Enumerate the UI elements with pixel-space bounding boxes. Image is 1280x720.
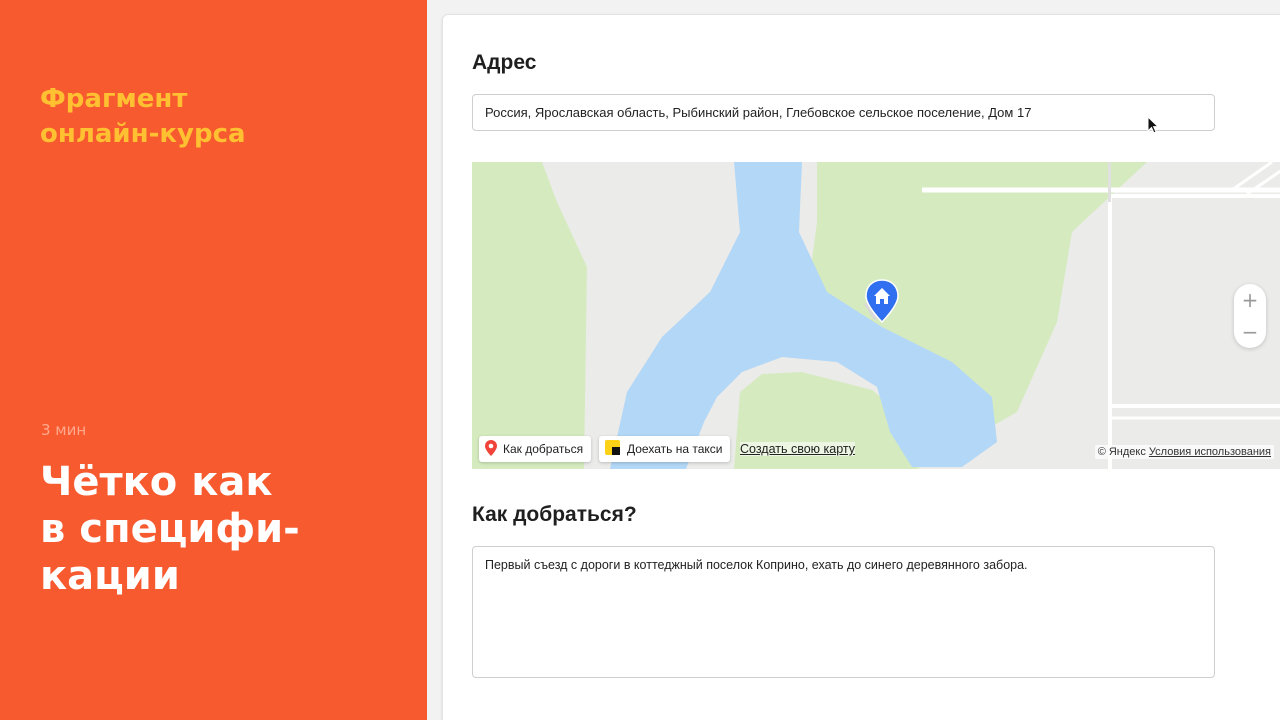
taxi-icon [605, 440, 620, 458]
copyright-text: © Яндекс [1097, 446, 1146, 458]
taxi-button[interactable]: Доехать на такси [599, 436, 731, 462]
home-pin-icon[interactable] [864, 278, 900, 333]
map-pin-icon [485, 439, 497, 459]
promo-title-line2: в специфи- [40, 506, 300, 552]
route-button-label: Как добраться [503, 442, 584, 456]
promo-title: Чётко как в специфи- кации [40, 459, 420, 600]
promo-title-line1: Чётко как [40, 459, 273, 505]
promo-title-line3: кации [40, 553, 180, 599]
mouse-cursor-icon [1147, 115, 1160, 139]
create-map-link[interactable]: Создать свою карту [740, 442, 856, 456]
map-attribution: © Яндекс Условия использования [1094, 445, 1274, 459]
terms-link[interactable]: Условия использования [1149, 446, 1271, 458]
taxi-button-label: Доехать на такси [627, 442, 723, 456]
route-button[interactable]: Как добраться [479, 436, 592, 462]
address-heading: Адрес [472, 51, 537, 74]
promo-fragment-label: Фрагмент онлайн-курса [40, 82, 400, 152]
promo-panel: Фрагмент онлайн-курса 3 мин Чётко как в … [0, 0, 427, 720]
zoom-in-button[interactable]: + [1234, 284, 1266, 316]
map-widget[interactable]: + − Как добраться Доехать на такси Созда… [472, 162, 1280, 469]
howto-heading: Как добраться? [472, 503, 637, 526]
zoom-out-button[interactable]: − [1234, 316, 1266, 348]
promo-duration: 3 мин [41, 421, 87, 439]
howto-textarea[interactable]: Первый съезд с дороги в коттеджный посел… [472, 546, 1215, 678]
zoom-control: + − [1234, 284, 1266, 348]
promo-fragment-line1: Фрагмент [40, 84, 188, 114]
address-input[interactable] [472, 94, 1215, 131]
promo-fragment-line2: онлайн-курса [40, 119, 246, 149]
